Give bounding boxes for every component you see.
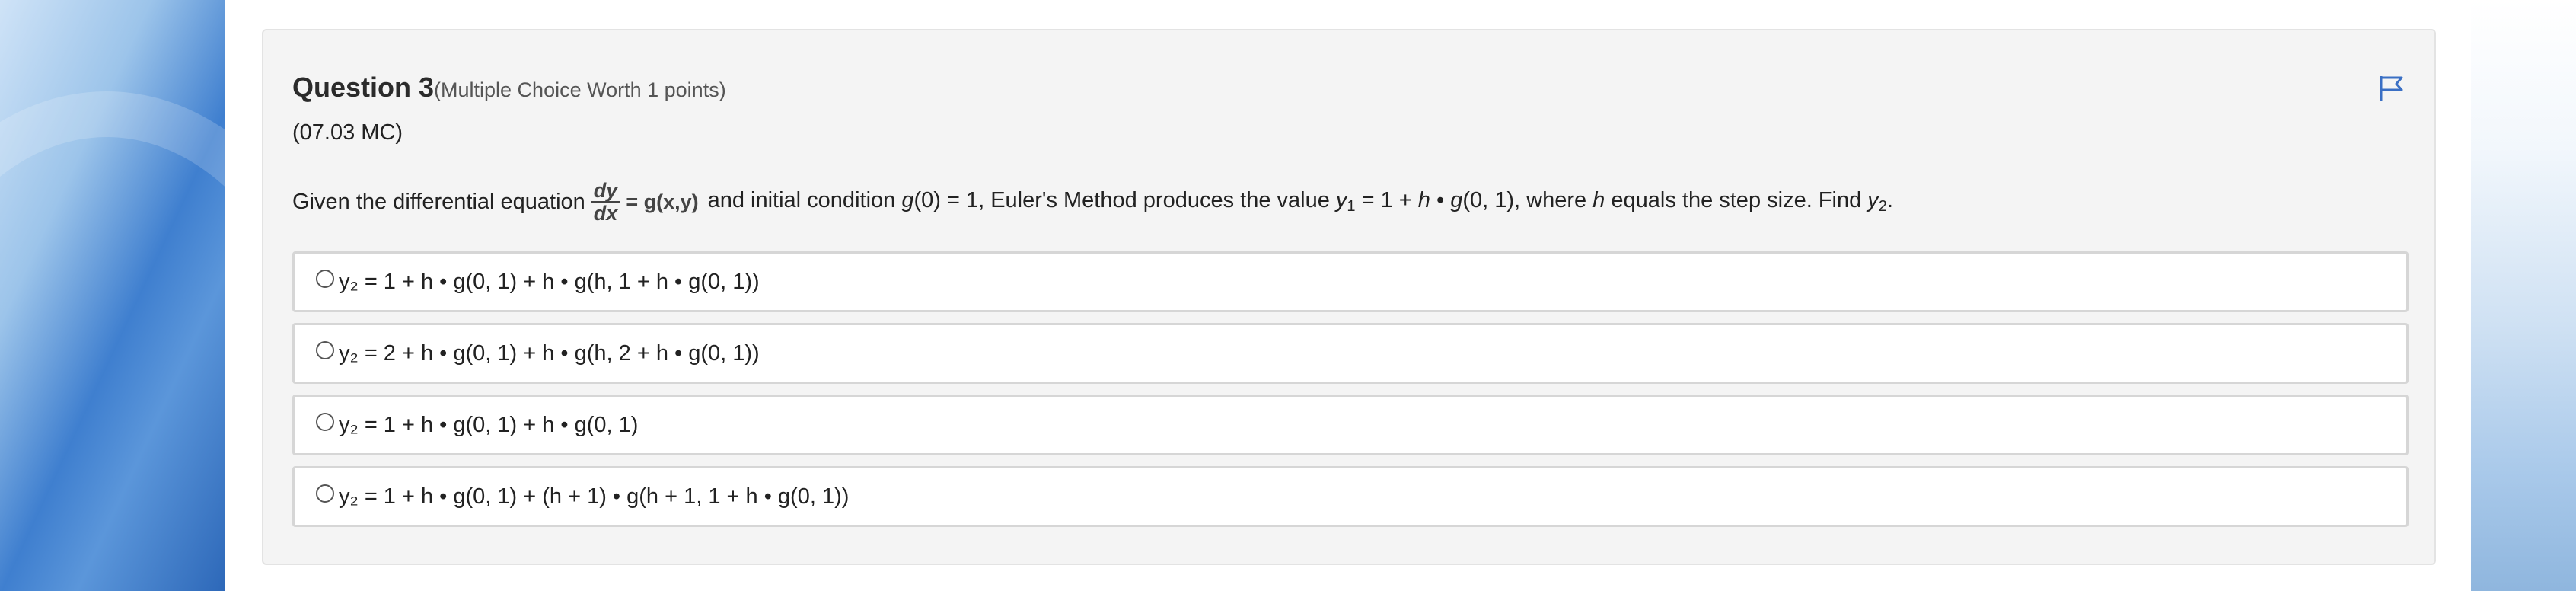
main-content: Question 3(Multiple Choice Worth 1 point… (225, 0, 2471, 591)
option-text: y₂ = 2 + h • g(0, 1) + h • g(h, 2 + h • … (339, 340, 760, 366)
answer-option-1[interactable]: y₂ = 1 + h • g(0, 1) + h • g(h, 1 + h • … (292, 251, 2409, 312)
radio-button[interactable] (316, 341, 334, 359)
background-right (2469, 0, 2576, 591)
prompt-text: and initial condition g(0) = 1, Euler's … (707, 188, 1893, 216)
question-prompt: Given the differential equation dy dx = … (292, 180, 1893, 225)
option-text: y₂ = 1 + h • g(0, 1) + h • g(0, 1) (339, 412, 639, 437)
radio-button[interactable] (316, 270, 334, 288)
radio-button[interactable] (316, 484, 334, 503)
radio-button[interactable] (316, 413, 334, 431)
fraction-denominator: dx (593, 202, 618, 225)
answer-option-4[interactable]: y₂ = 1 + h • g(0, 1) + (h + 1) • g(h + 1… (292, 466, 2409, 527)
background-left (0, 0, 228, 591)
question-card: Question 3(Multiple Choice Worth 1 point… (262, 29, 2436, 565)
question-worth: (Multiple Choice Worth 1 points) (434, 78, 726, 101)
prompt-lead: Given the differential equation (292, 189, 585, 214)
fraction-numerator: dy (591, 180, 620, 203)
question-number: Question 3 (292, 72, 435, 103)
equation-rhs: = g(x,y) (626, 190, 699, 213)
flag-icon[interactable] (2377, 73, 2407, 104)
question-code: (07.03 MC) (292, 120, 403, 145)
answer-option-2[interactable]: y₂ = 2 + h • g(0, 1) + h • g(h, 2 + h • … (292, 323, 2409, 384)
question-title: Question 3(Multiple Choice Worth 1 point… (292, 72, 726, 104)
derivative-fraction: dy dx (591, 180, 620, 225)
answer-option-3[interactable]: y₂ = 1 + h • g(0, 1) + h • g(0, 1) (292, 395, 2409, 455)
option-text: y₂ = 1 + h • g(0, 1) + h • g(h, 1 + h • … (339, 269, 760, 294)
option-text: y₂ = 1 + h • g(0, 1) + (h + 1) • g(h + 1… (339, 484, 850, 509)
